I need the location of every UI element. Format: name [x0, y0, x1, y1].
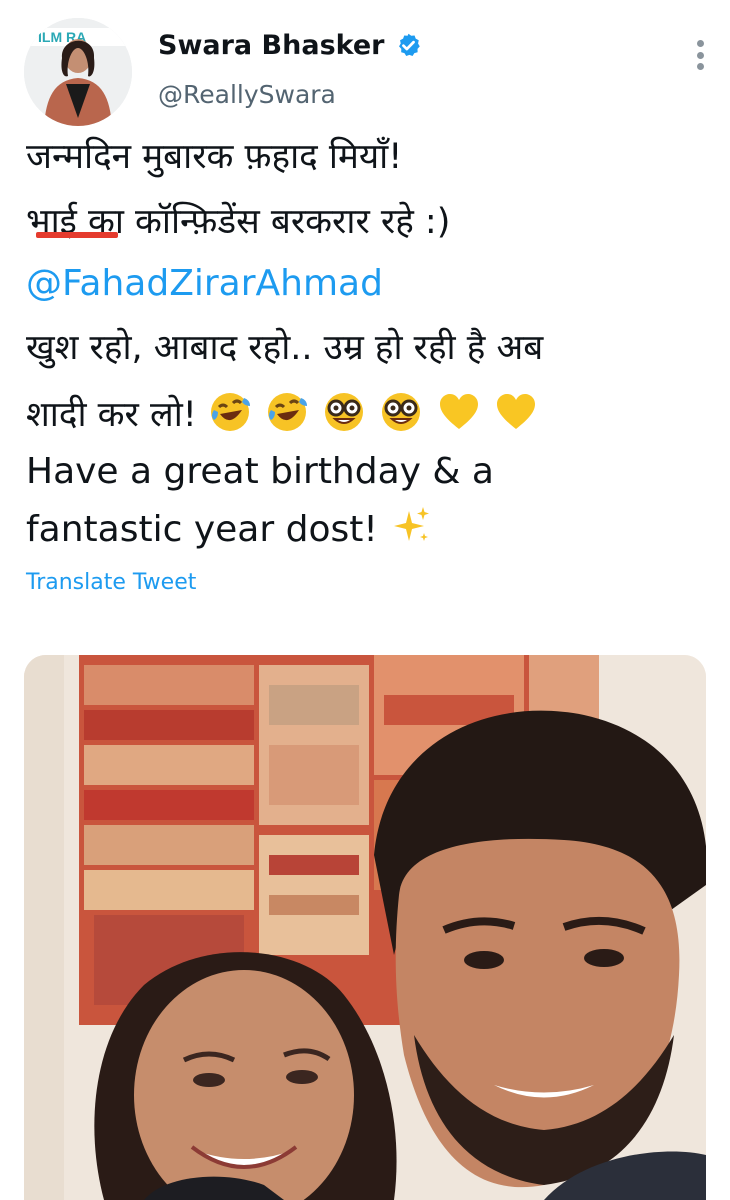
nerd-face-emoji-icon — [382, 393, 421, 431]
red-underline-annotation — [36, 232, 118, 238]
tweet-photo[interactable] — [24, 655, 706, 1200]
sparkles-emoji-icon — [394, 507, 430, 541]
tweet-text-line-5-text: शादी कर लो! — [26, 395, 197, 435]
translate-tweet-link[interactable]: Translate Tweet — [26, 570, 196, 595]
nerd-face-emoji-icon — [325, 393, 364, 431]
tweet-text-line-7: fantastic year dost! — [26, 505, 435, 552]
tweet-text-line-6: Have a great birthday & a — [26, 451, 494, 492]
verified-badge-icon — [398, 33, 420, 56]
rolling-laughing-emoji-icon — [210, 393, 250, 431]
yellow-heart-emoji-icon — [439, 394, 478, 429]
yellow-heart-emoji-icon — [496, 394, 535, 429]
rolling-laughing-emoji-icon — [268, 393, 308, 431]
avatar-image: ILM RA — [24, 18, 132, 126]
avatar[interactable]: ILM RA — [24, 18, 132, 126]
selfie-photo-image — [24, 655, 706, 1200]
tweet-text-line-5: शादी कर लो! — [26, 390, 540, 437]
user-name-text: Swara Bhasker — [158, 30, 385, 61]
tweet-text-line-1: जन्मदिन मुबारक फ़हाद मियाँ! — [26, 137, 403, 177]
mention-link[interactable]: @FahadZirarAhmad — [26, 262, 383, 306]
tweet-card[interactable]: ILM RA Swara Bhasker @ReallySwara जन्मदि… — [0, 0, 730, 1200]
more-options-icon[interactable] — [696, 40, 704, 70]
user-name[interactable]: Swara Bhasker — [158, 30, 422, 61]
tweet-text-line-7-text: fantastic year dost! — [26, 509, 378, 550]
user-handle[interactable]: @ReallySwara — [158, 80, 336, 109]
tweet-text-line-4: खुश रहो, आबाद रहो.. उम्र हो रही है अब — [26, 328, 544, 368]
